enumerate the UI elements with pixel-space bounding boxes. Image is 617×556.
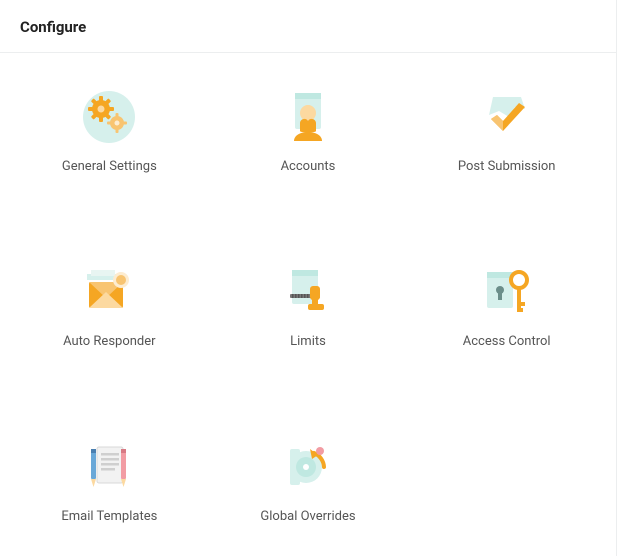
configure-panel: Configure <box>0 0 617 556</box>
stamp-icon <box>280 264 336 320</box>
person-icon <box>280 89 336 145</box>
tile-label: Limits <box>290 334 326 349</box>
tile-label: Post Submission <box>458 159 556 174</box>
tile-label: Access Control <box>463 334 551 349</box>
tile-grid: General Settings Accounts <box>0 53 616 544</box>
lock-key-icon <box>479 264 535 320</box>
tile-accounts[interactable]: Accounts <box>209 89 408 174</box>
gears-icon <box>81 89 137 145</box>
checkmark-paper-icon <box>479 89 535 145</box>
tile-label: Global Overrides <box>260 509 355 524</box>
tile-label: Auto Responder <box>63 334 155 349</box>
panel-header: Configure <box>0 0 616 53</box>
tile-global-overrides[interactable]: Global Overrides <box>209 439 408 524</box>
tile-general-settings[interactable]: General Settings <box>10 89 209 174</box>
tile-auto-responder[interactable]: Auto Responder <box>10 264 209 349</box>
document-edit-icon <box>81 439 137 495</box>
envelope-icon <box>81 264 137 320</box>
panel-title: Configure <box>20 18 596 36</box>
tile-email-templates[interactable]: Email Templates <box>10 439 209 524</box>
tile-post-submission[interactable]: Post Submission <box>407 89 606 174</box>
tile-access-control[interactable]: Access Control <box>407 264 606 349</box>
tile-label: General Settings <box>62 159 157 174</box>
tile-label: Accounts <box>281 159 336 174</box>
tile-label: Email Templates <box>61 509 157 524</box>
tile-limits[interactable]: Limits <box>209 264 408 349</box>
disc-reset-icon <box>280 439 336 495</box>
